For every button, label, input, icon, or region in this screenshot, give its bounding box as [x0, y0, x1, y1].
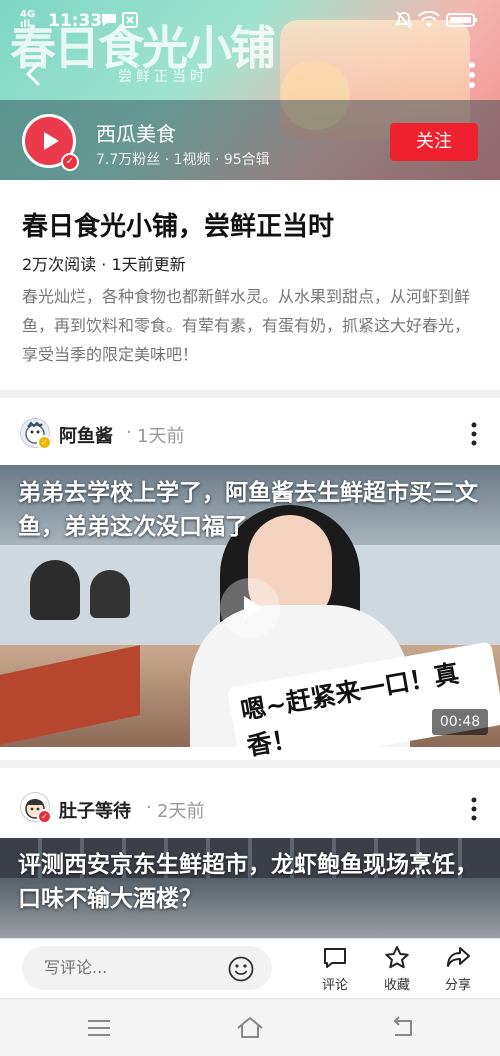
verified-badge-icon: ✓ [37, 435, 52, 450]
feed-more-button[interactable] [466, 422, 482, 446]
status-bar: 4G ıll 11:33 [0, 0, 500, 40]
share-icon [447, 947, 470, 967]
home-icon[interactable] [235, 1013, 265, 1043]
verified-badge-icon: ✓ [37, 809, 52, 824]
author-avatar[interactable]: ✓ [22, 114, 79, 171]
back-nav-icon[interactable] [387, 1013, 417, 1043]
comment-button[interactable]: 评论 [310, 943, 360, 999]
collection-info: 春日食光小铺，尝鲜正当时 2万次阅读 · 1天前更新 春光灿烂，各种食物也都新鲜… [0, 180, 500, 390]
favorite-label: 收藏 [383, 978, 410, 993]
message-icon [102, 14, 116, 26]
section-divider [0, 760, 500, 768]
separator-dot: · [126, 422, 132, 443]
thumbnail-bystander [30, 560, 80, 620]
verified-badge-icon: ✓ [61, 153, 79, 171]
battery-icon [446, 13, 477, 27]
video-duration: 00:48 [432, 709, 488, 735]
thumbnail-bystander [90, 570, 130, 618]
user-avatar[interactable]: ✓ [20, 792, 52, 824]
system-nav-bar [0, 998, 500, 1056]
star-icon [385, 946, 409, 969]
mute-icon [394, 11, 414, 29]
comment-icon [324, 948, 346, 968]
follow-button[interactable]: 关注 [390, 123, 478, 161]
collection-description: 春光灿烂，各种食物也都新鲜水灵。从水果到甜点，从河虾到鲜鱼，再到饮料和零食。有荤… [22, 287, 471, 364]
feed-post-time: 2天前 [157, 801, 205, 822]
author-stats: 7.7万粉丝 · 1视频 · 95合辑 [96, 152, 270, 168]
video-title[interactable]: 弟弟去学校上学了，阿鱼酱去生鲜超市买三文鱼，弟弟这次没口福了 [18, 476, 488, 544]
user-avatar[interactable]: ✓ [20, 418, 52, 450]
collection-meta: 2万次阅读 · 1天前更新 [22, 255, 186, 274]
app-notification-icon [122, 12, 138, 28]
feed-post-time: 1天前 [137, 426, 185, 447]
author-name[interactable]: 西瓜美食 [96, 118, 176, 147]
collection-title: 春日食光小铺，尝鲜正当时 [22, 212, 335, 242]
feed-user-name[interactable]: 肚子等待 [59, 797, 131, 823]
video-title[interactable]: 评测西安京东生鲜超市，龙虾鲍鱼现场烹饪，口味不输大酒楼？ [18, 848, 488, 916]
back-button[interactable] [20, 60, 48, 88]
feed-user-name[interactable]: 阿鱼酱 [59, 422, 113, 448]
play-button[interactable] [220, 578, 280, 638]
share-label: 分享 [444, 978, 471, 993]
feed-item-header: ✓ 肚子等待 · 2天前 [0, 768, 500, 836]
network-indicator: 4G ıll [20, 9, 36, 30]
feed-more-button[interactable] [466, 797, 482, 821]
play-icon [244, 596, 262, 620]
wifi-icon [418, 11, 440, 27]
status-time: 11:33 [48, 11, 103, 31]
favorite-button[interactable]: 收藏 [372, 943, 422, 999]
comment-label: 评论 [321, 978, 348, 993]
share-button[interactable]: 分享 [433, 943, 483, 999]
more-options-button[interactable] [466, 60, 478, 90]
emoji-icon[interactable] [228, 956, 254, 982]
banner-artwork-subtitle: 尝鲜正当时 [118, 69, 208, 85]
separator-dot: · [146, 797, 152, 818]
section-divider [0, 390, 500, 398]
xigua-logo-icon [44, 132, 59, 150]
comment-action-bar: 评论 收藏 分享 [0, 938, 500, 998]
menu-icon[interactable] [84, 1013, 114, 1043]
feed-item-header: ✓ 阿鱼酱 · 1天前 [0, 398, 500, 466]
